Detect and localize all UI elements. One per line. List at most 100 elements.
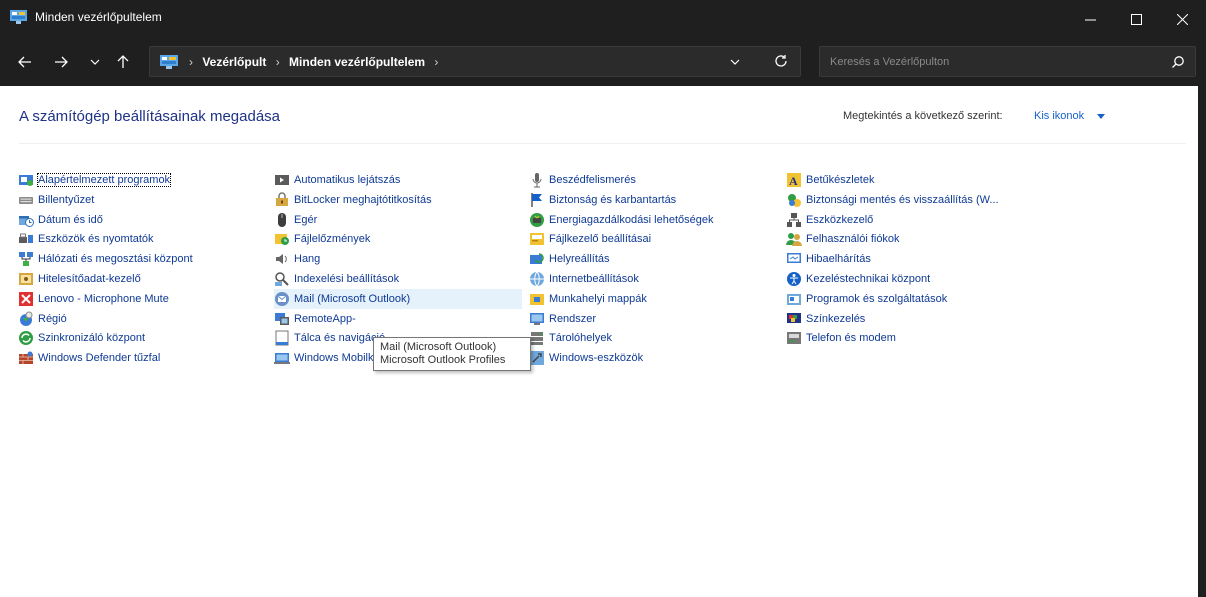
control-panel-item[interactable]: Windows Defender tűzfal <box>18 348 160 368</box>
control-panel-item-label: Biztonsági mentés és visszaállítás (W... <box>806 193 999 206</box>
control-panel-item[interactable]: Tárolóhelyek <box>529 328 612 348</box>
control-panel-item[interactable]: Hálózati és megosztási központ <box>18 249 193 269</box>
color-management-icon <box>787 312 801 323</box>
indexing-icon <box>275 272 289 286</box>
control-panel-item-label: Windows-eszközök <box>549 352 644 365</box>
address-bar[interactable]: › Vezérlőpult › Minden vezérlőpultelem › <box>149 46 801 77</box>
arrow-right-icon <box>55 56 68 68</box>
control-panel-item[interactable]: Munkahelyi mappák <box>529 289 647 309</box>
speech-recognition-icon <box>532 173 542 188</box>
control-panel-item[interactable]: Fájlelőzmények <box>274 229 370 249</box>
control-panel-item-label: Rendszer <box>549 312 597 325</box>
control-panel-item[interactable]: Internetbeállítások <box>529 269 639 289</box>
up-button[interactable] <box>112 50 134 74</box>
control-panel-item[interactable]: Hibaelhárítás <box>786 249 871 269</box>
control-panel-item[interactable]: Szinkronizáló központ <box>18 328 145 348</box>
arrow-up-icon <box>117 55 129 68</box>
chevron-down-icon <box>90 59 100 65</box>
mouse-icon <box>278 212 286 227</box>
navigation-bar: › Vezérlőpult › Minden vezérlőpultelem › <box>0 38 1206 86</box>
maximize-button[interactable] <box>1113 0 1159 38</box>
control-panel-item[interactable]: Rendszer <box>529 309 596 329</box>
control-panel-item[interactable]: Telefon és modem <box>786 328 896 348</box>
search-icon[interactable] <box>1171 55 1185 69</box>
control-panel-item[interactable]: Biztonság és karbantartás <box>529 190 676 210</box>
control-panel-item-label: Dátum és idő <box>38 213 103 226</box>
control-panel-window: Minden vezérlőpultelem › Vezérlőpult › M… <box>0 0 1206 597</box>
control-panel-item-label: Színkezelés <box>806 312 866 325</box>
control-panel-item[interactable]: Alapértelmezett programok <box>18 170 172 190</box>
credential-manager-icon <box>19 273 33 285</box>
control-panel-item[interactable]: BitLocker meghajtótitkosítás <box>274 190 432 210</box>
control-panel-item[interactable]: Biztonsági mentés és visszaállítás (W... <box>786 190 999 210</box>
date-time-icon <box>19 215 34 227</box>
programs-features-icon <box>787 293 801 305</box>
control-panel-item[interactable]: Windows-eszközök <box>529 348 643 368</box>
control-panel-item-label: Eszközök és nyomtatók <box>38 233 154 246</box>
control-panel-item[interactable]: Hitelesítőadat-kezelő <box>18 269 141 289</box>
control-panel-item[interactable]: A Betűkészletek <box>786 170 874 190</box>
mail-icon <box>275 291 289 306</box>
microphone-mute-icon <box>19 291 33 306</box>
control-panel-item-label: Szinkronizáló központ <box>38 332 146 345</box>
control-panel-item-label: Eszközkezelő <box>806 213 874 226</box>
control-panel-item[interactable]: Dátum és idő <box>18 210 103 230</box>
control-panel-item[interactable]: Kezeléstechnikai központ <box>786 269 930 289</box>
control-panel-item[interactable]: Régió <box>18 309 67 329</box>
control-panel-item[interactable]: Fájlkezelő beállításai <box>529 229 651 249</box>
control-panel-item-label: Hang <box>294 253 321 266</box>
control-panel-item[interactable]: Helyreállítás <box>529 249 610 269</box>
refresh-button[interactable] <box>770 50 792 72</box>
remoteapp-icon <box>275 312 289 325</box>
control-panel-item-label: Automatikus lejátszás <box>294 174 401 186</box>
breadcrumb-separator: › <box>275 55 280 69</box>
control-panel-item-label: Hibaelhárítás <box>806 253 871 266</box>
control-panel-item[interactable]: Indexelési beállítások <box>274 269 399 289</box>
default-programs-icon <box>19 175 33 186</box>
control-panel-location-icon <box>160 55 178 69</box>
view-by-dropdown-icon[interactable] <box>1097 114 1105 119</box>
search-box[interactable] <box>819 46 1196 77</box>
control-panel-item[interactable]: Lenovo - Microphone Mute <box>18 289 169 309</box>
fonts-icon: A <box>787 173 801 188</box>
control-panel-item-label: Indexelési beállítások <box>294 273 400 285</box>
arrow-left-icon <box>18 56 31 68</box>
minimize-button[interactable] <box>1067 0 1113 38</box>
control-panel-item[interactable]: Automatikus lejátszás <box>274 170 400 190</box>
control-panel-item[interactable]: Billentyűzet <box>18 190 94 210</box>
control-panel-item[interactable]: Tálca és navigáció <box>274 328 385 348</box>
forward-button[interactable] <box>50 50 72 74</box>
control-panel-item-label: Internetbeállítások <box>549 273 639 285</box>
recent-locations-button[interactable] <box>84 50 106 74</box>
view-by-dropdown[interactable]: Kis ikonok <box>1034 110 1084 122</box>
control-panel-item[interactable]: Felhasználói fiókok <box>786 229 900 249</box>
control-panel-item-label: Helyreállítás <box>549 253 610 266</box>
autoplay-icon <box>275 175 289 185</box>
control-panel-item[interactable]: Színkezelés <box>786 309 865 329</box>
back-button[interactable] <box>14 50 36 74</box>
control-panel-item[interactable]: Programok és szolgáltatások <box>786 289 947 309</box>
breadcrumb-item-control-panel[interactable]: Vezérlőpult <box>202 55 266 69</box>
control-panel-item[interactable]: Egér <box>274 210 317 230</box>
control-panel-item[interactable]: RemoteApp- <box>274 309 356 329</box>
control-panel-item-label: Fájlkezelő beállításai <box>549 233 652 246</box>
search-input[interactable] <box>830 53 1150 71</box>
control-panel-item[interactable]: Beszédfelismerés <box>529 170 636 190</box>
control-panel-item[interactable]: Hang <box>274 249 320 269</box>
view-by-label: Megtekintés a következő szerint: <box>843 110 1003 122</box>
control-panel-item[interactable]: Eszközök és nyomtatók <box>18 229 154 249</box>
control-panel-item[interactable]: Mail (Microsoft Outlook) <box>274 288 522 309</box>
mobility-center-icon <box>274 353 290 365</box>
address-dropdown-icon[interactable] <box>728 55 742 69</box>
device-manager-icon <box>787 212 801 227</box>
troubleshooting-icon <box>787 253 801 264</box>
control-panel-item-label: Hitelesítőadat-kezelő <box>38 273 141 285</box>
control-panel-item-label: Tálca és navigáció <box>294 332 386 345</box>
network-icon <box>19 252 33 267</box>
breadcrumb-item-all-items[interactable]: Minden vezérlőpultelem <box>289 55 425 69</box>
explorer-options-icon <box>530 233 544 246</box>
control-panel-item-label: Energiagazdálkodási lehetőségek <box>549 213 714 226</box>
close-button[interactable] <box>1159 0 1205 38</box>
control-panel-item[interactable]: Eszközkezelő <box>786 210 873 230</box>
control-panel-item[interactable]: Energiagazdálkodási lehetőségek <box>529 210 714 230</box>
